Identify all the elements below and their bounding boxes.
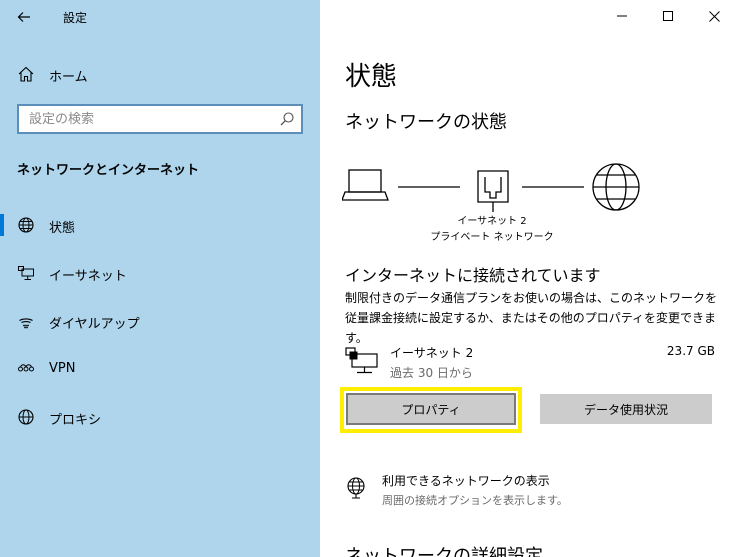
ethernet-port-icon bbox=[477, 170, 509, 212]
page-title: 状態 bbox=[345, 62, 398, 92]
dialup-icon bbox=[19, 318, 33, 329]
sidebar-nav: 状態 イーサネット ダイヤルアップ VPN プロキシ bbox=[0, 208, 320, 448]
laptop-icon bbox=[342, 169, 389, 201]
adapter-name: イーサネット 2 bbox=[390, 346, 474, 360]
sidebar-item-status[interactable]: 状態 bbox=[0, 208, 320, 242]
adapter-usage-row: イーサネット 2 過去 30 日から 23.7 GB bbox=[345, 342, 715, 386]
diagram-network-name: プライベート ネットワーク bbox=[430, 232, 554, 243]
ethernet-icon bbox=[18, 266, 34, 280]
globe-icon bbox=[18, 217, 34, 233]
sidebar-item-proxy[interactable]: プロキシ bbox=[0, 400, 320, 434]
sidebar-item-label: VPN bbox=[49, 361, 76, 376]
sidebar-item-label: プロキシ bbox=[49, 413, 102, 428]
adapter-data-usage: 23.7 GB bbox=[666, 344, 715, 358]
data-usage-button[interactable]: データ使用状況 bbox=[540, 394, 712, 424]
settings-window: 設定 ホーム ネットワークとインターネット 状態 bbox=[0, 0, 737, 557]
main-content: 状態 ネットワークの状態 イーサネット 2 プライベート ネットワーク インター… bbox=[320, 0, 737, 557]
search-box[interactable] bbox=[17, 104, 303, 134]
back-button[interactable] bbox=[11, 6, 37, 28]
link-description: 周囲の接続オプションを表示します。 bbox=[382, 494, 568, 507]
sidebar-item-label: 状態 bbox=[49, 221, 76, 236]
back-arrow-icon bbox=[17, 12, 30, 22]
view-available-networks-link[interactable]: 利用できるネットワークの表示 周囲の接続オプションを表示します。 bbox=[342, 470, 722, 512]
diagram-adapter-name: イーサネット 2 bbox=[457, 216, 527, 227]
home-icon bbox=[18, 66, 34, 82]
globe-network-icon bbox=[347, 477, 365, 499]
sidebar-item-label: イーサネット bbox=[49, 269, 127, 284]
advanced-settings-heading: ネットワークの詳細設定 bbox=[345, 546, 543, 557]
active-indicator bbox=[0, 214, 4, 236]
sidebar-item-ethernet[interactable]: イーサネット bbox=[0, 256, 320, 290]
connection-status-heading: インターネットに接続されています bbox=[345, 266, 601, 285]
app-title: 設定 bbox=[63, 11, 88, 25]
diagram-caption: イーサネット 2 プライベート ネットワーク bbox=[420, 214, 564, 246]
search-icon[interactable] bbox=[279, 111, 295, 127]
proxy-globe-icon bbox=[18, 409, 34, 425]
sidebar-item-vpn[interactable]: VPN bbox=[0, 352, 320, 386]
connection-status-description: 制限付きのデータ通信プランをお使いの場合は、このネットワークを従量課金接続に設定… bbox=[345, 291, 718, 345]
sidebar-item-label: ホーム bbox=[49, 70, 88, 85]
adapter-usage-period: 過去 30 日から bbox=[390, 366, 473, 380]
section-heading: ネットワークとインターネット bbox=[17, 163, 200, 178]
sidebar-item-dialup[interactable]: ダイヤルアップ bbox=[0, 304, 320, 338]
ethernet-adapter-icon bbox=[345, 347, 378, 374]
sidebar-item-label: ダイヤルアップ bbox=[49, 317, 140, 332]
network-status-heading: ネットワークの状態 bbox=[345, 112, 507, 133]
properties-button[interactable]: プロパティ bbox=[346, 393, 516, 425]
internet-globe-icon bbox=[592, 163, 640, 211]
link-title: 利用できるネットワークの表示 bbox=[382, 474, 550, 488]
vpn-icon bbox=[18, 364, 34, 372]
sidebar-item-home[interactable]: ホーム bbox=[0, 60, 320, 88]
sidebar: 設定 ホーム ネットワークとインターネット 状態 bbox=[0, 0, 320, 557]
search-input[interactable] bbox=[19, 106, 269, 132]
